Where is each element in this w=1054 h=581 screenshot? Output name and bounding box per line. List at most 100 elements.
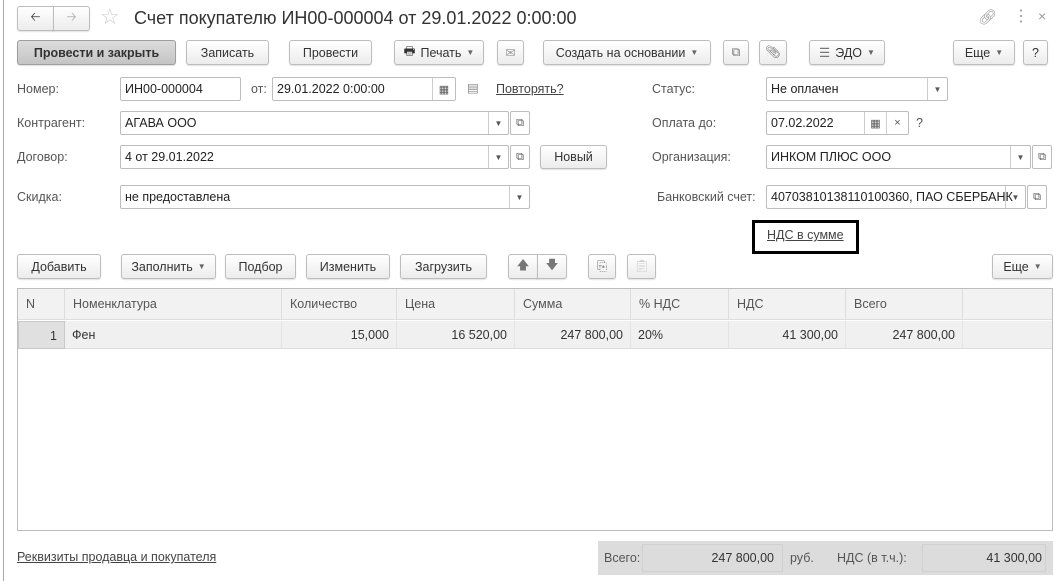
pick-button[interactable]: Подбор [225,254,296,279]
col-header-n[interactable]: N [18,289,65,320]
col-header-vat[interactable]: НДС [729,289,846,320]
chevron-down-icon[interactable]: ▼ [1005,186,1025,208]
date-field[interactable]: 29.01.2022 0:00:00 ▦ [272,77,456,101]
organization-label: Организация: [652,150,731,164]
paste-button[interactable]: 📋︎ [627,254,656,279]
favorite-star-icon[interactable]: ☆ [100,4,120,30]
back-button[interactable]: 🡠 [17,6,54,31]
link-icon[interactable]: 🔗︎ [978,8,997,26]
more-button[interactable]: Еще ▼ [953,40,1015,65]
calendar-icon[interactable]: ▦ [432,78,455,100]
save-button[interactable]: Записать [186,40,269,65]
total-value: 247 800,00 [642,544,783,572]
table-more-button[interactable]: Еще ▼ [992,254,1053,279]
load-button[interactable]: Загрузить [400,254,487,279]
vat-in-sum-link[interactable]: НДС в сумме [767,227,844,243]
cell-vat[interactable]: 41 300,00 [729,321,846,349]
forward-button[interactable]: 🡢 [53,6,90,31]
cell-quantity[interactable]: 15,000 [282,321,397,349]
col-header-sum[interactable]: Сумма [515,289,631,320]
edo-icon: ☰ [819,46,831,60]
add-row-button[interactable]: Добавить [17,254,101,279]
discount-select[interactable]: не предоставлена ▼ [120,185,530,209]
open-contractor-button[interactable]: ⧉ [510,111,530,135]
chevron-down-icon[interactable]: ▼ [1010,146,1030,168]
move-up-button[interactable]: 🡅 [508,254,538,279]
new-contract-button[interactable]: Новый [540,145,607,169]
number-field[interactable]: ИН00-000004 [120,77,241,101]
pay-until-label: Оплата до: [652,116,717,130]
chevron-down-icon[interactable]: ▼ [509,186,529,208]
arrow-up-icon: 🡅 [516,258,530,272]
envelope-icon: ✉ [505,46,516,60]
arrow-left-icon: 🡠 [30,10,41,24]
chevron-down-icon[interactable]: ▼ [488,146,508,168]
contract-field[interactable]: 4 от 29.01.2022 ▼ [120,145,509,169]
number-label: Номер: [17,82,59,96]
currency-label: руб. [790,551,814,565]
status-select[interactable]: Не оплачен ▼ [766,77,948,101]
vat-total-value: 41 300,00 [922,544,1046,572]
structure-icon: ⧉ [731,45,741,59]
bank-account-label: Банковский счет: [657,190,756,204]
col-header-vat-rate[interactable]: % НДС [631,289,729,320]
copy-button[interactable]: ⎘ [588,254,616,279]
edo-button[interactable]: ☰ ЭДО ▼ [809,40,885,65]
create-based-on-button[interactable]: Создать на основании ▼ [543,40,711,65]
col-header-nomenclature[interactable]: Номенклатура [65,289,282,320]
structure-button[interactable]: ⧉ [723,40,749,65]
chevron-down-icon[interactable]: ▼ [927,78,947,100]
attach-button[interactable]: 📎︎ [759,40,787,65]
arrow-right-icon: 🡢 [66,10,77,24]
repeat-icon: ▤ [467,81,479,95]
cell-nomenclature[interactable]: Фен [65,321,282,349]
status-label: Статус: [652,82,695,96]
paste-icon: 📋︎ [633,259,650,273]
organization-field[interactable]: ИНКОМ ПЛЮС ООО ▼ [766,145,1031,169]
col-header-total[interactable]: Всего [846,289,963,320]
date-from-label: от: [251,82,267,96]
cell-empty [963,321,1052,349]
email-button[interactable]: ✉ [497,40,524,65]
col-header-empty [963,289,1052,320]
repeat-link[interactable]: Повторять? [496,81,564,97]
chevron-down-icon[interactable]: ▼ [488,112,508,134]
post-button[interactable]: Провести [289,40,372,65]
open-contract-button[interactable]: ⧉ [510,145,530,169]
contractor-label: Контрагент: [17,116,86,130]
move-down-button[interactable]: 🡇 [537,254,567,279]
edit-button[interactable]: Изменить [306,254,390,279]
cell-total[interactable]: 247 800,00 [846,321,963,349]
arrow-down-icon: 🡇 [545,258,559,272]
cell-n[interactable]: 1 [18,321,65,349]
bank-account-field[interactable]: 40703810138110100360, ПАО СБЕРБАНК ▼ [766,185,1026,209]
seller-buyer-details-link[interactable]: Реквизиты продавца и покупателя [17,549,216,565]
contract-label: Договор: [17,150,68,164]
pay-until-help[interactable]: ? [916,115,923,131]
total-label: Всего: [604,551,641,565]
cell-vat-rate[interactable]: 20% [631,321,729,349]
copy-icon: ⎘ [596,259,607,273]
col-header-price[interactable]: Цена [397,289,515,320]
open-organization-button[interactable]: ⧉ [1032,145,1052,169]
cell-sum[interactable]: 247 800,00 [515,321,631,349]
discount-label: Скидка: [17,190,62,204]
clear-icon[interactable]: × [886,112,908,134]
paperclip-icon: 📎︎ [765,45,781,59]
printer-icon: 🖶 [403,44,416,58]
page-title: Счет покупателю ИН00-000004 от 29.01.202… [134,8,577,28]
cell-price[interactable]: 16 520,00 [397,321,515,349]
more-actions-icon[interactable]: ⋮ [1013,6,1029,26]
post-and-close-button[interactable]: Провести и закрыть [17,40,176,65]
calendar-icon[interactable]: ▦ [864,112,886,134]
col-header-quantity[interactable]: Количество [282,289,397,320]
goods-table[interactable]: N Номенклатура Количество Цена Сумма % Н… [17,288,1053,531]
contractor-field[interactable]: АГАВА ООО ▼ [120,111,509,135]
close-icon[interactable]: × [1038,8,1046,24]
help-button[interactable]: ? [1023,40,1048,65]
pay-until-field[interactable]: 07.02.2022 × ▦ [766,111,909,135]
print-button[interactable]: 🖶 Печать ▼ [394,40,484,65]
fill-button[interactable]: Заполнить ▼ [121,254,216,279]
open-bank-account-button[interactable]: ⧉ [1027,185,1047,209]
window-left-border [3,0,4,581]
